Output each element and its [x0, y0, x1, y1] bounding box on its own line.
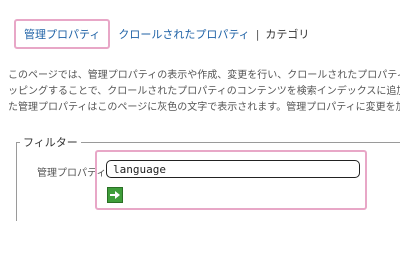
tab-separator: | — [255, 27, 260, 41]
tab-crawled-properties[interactable]: クロールされたプロパティ — [118, 26, 249, 42]
description-line: ッピングすることで、クロールされたプロパティのコンテンツを検索インデックスに追加… — [8, 86, 400, 97]
filter-legend: フィルター — [20, 134, 81, 150]
tab-managed-properties[interactable]: 管理プロパティ — [14, 19, 111, 49]
description-line: このページでは、管理プロパティの表示や作成、変更を行い、クロールされたプロパティ… — [8, 70, 400, 81]
managed-property-filter-input[interactable] — [106, 160, 360, 178]
tab-bar: 管理プロパティ クロールされたプロパティ | カテゴリ — [14, 19, 309, 49]
page-description: このページでは、管理プロパティの表示や作成、変更を行い、クロールされたプロパティ… — [8, 68, 400, 116]
description-line: た管理プロパティはこのページに灰色の文字で表示されます。管理プロパティに変更を加… — [8, 102, 400, 113]
arrow-right-icon — [110, 191, 120, 199]
highlight-frame — [95, 150, 367, 210]
tab-categories[interactable]: カテゴリ — [265, 26, 309, 42]
go-button[interactable] — [107, 187, 123, 203]
